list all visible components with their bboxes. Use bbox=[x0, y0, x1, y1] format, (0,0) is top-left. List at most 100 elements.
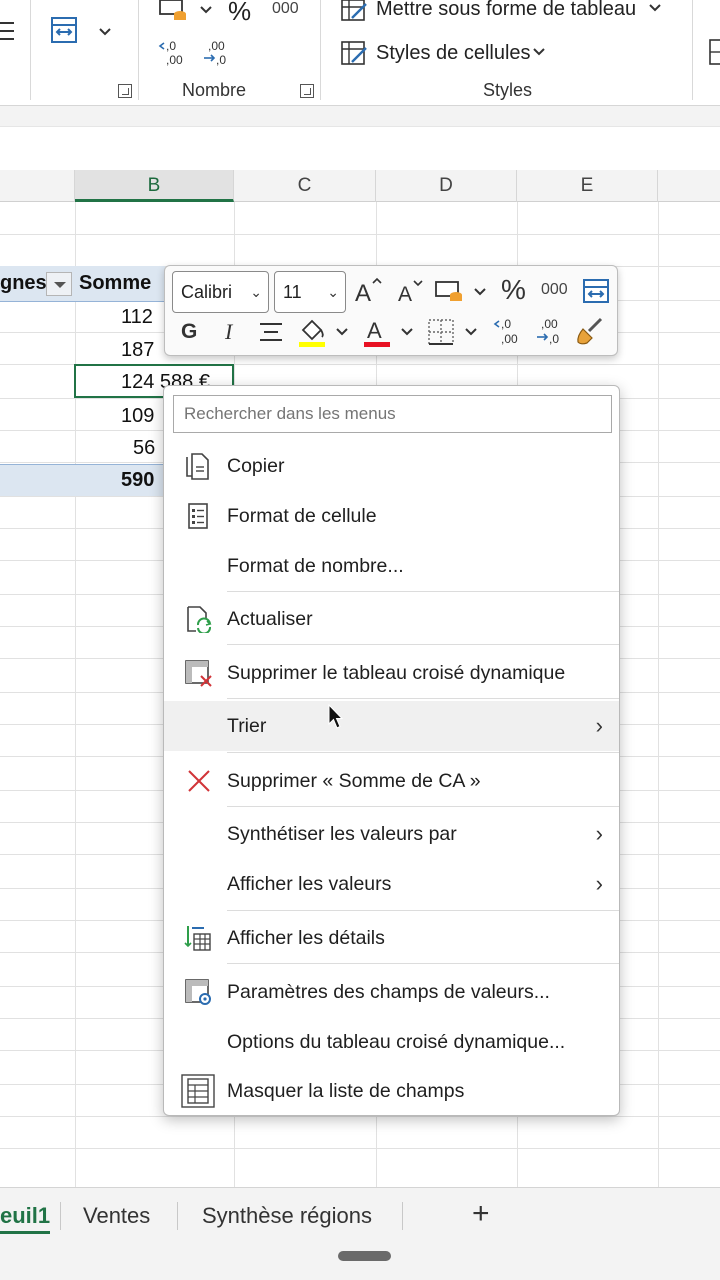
column-header-f[interactable] bbox=[658, 170, 720, 202]
format-painter-icon[interactable] bbox=[575, 316, 605, 346]
column-header-e[interactable]: E bbox=[517, 170, 658, 202]
menu-item-label: Copier bbox=[227, 455, 285, 477]
accounting-format-icon[interactable] bbox=[435, 280, 465, 304]
field-list-icon bbox=[181, 1074, 215, 1108]
menu-item-label: Format de nombre... bbox=[227, 555, 404, 577]
ribbon-separator bbox=[692, 0, 693, 100]
font-size-combo[interactable]: 11 ⌄ bbox=[274, 271, 346, 313]
decrease-font-size-icon[interactable]: A bbox=[398, 278, 424, 304]
percent-style-button[interactable]: % bbox=[228, 0, 251, 27]
row-labels-filter-button[interactable] bbox=[46, 272, 72, 296]
align-lines-icon[interactable] bbox=[0, 20, 18, 42]
chevron-down-icon[interactable] bbox=[465, 328, 477, 336]
column-header-c[interactable]: C bbox=[234, 170, 376, 202]
pivot-value-cell[interactable]: 56 bbox=[133, 437, 155, 460]
menu-item-label: Paramètres des champs de valeurs... bbox=[227, 981, 550, 1003]
pivot-row-labels-header[interactable]: gnes bbox=[0, 272, 47, 295]
cell-styles-icon[interactable] bbox=[340, 40, 368, 66]
menu-search-input[interactable] bbox=[173, 395, 612, 433]
menu-item-refresh[interactable]: Actualiser bbox=[164, 594, 619, 644]
svg-text:,00: ,00 bbox=[541, 317, 558, 331]
chevron-down-icon[interactable] bbox=[401, 328, 413, 336]
format-as-table-button[interactable]: Mettre sous forme de tableau bbox=[376, 0, 636, 21]
menu-item-label: Afficher les détails bbox=[227, 927, 385, 949]
menu-item-show-values[interactable]: Afficher les valeurs › bbox=[164, 859, 619, 909]
center-align-icon[interactable] bbox=[259, 321, 283, 343]
font-name-combo[interactable]: Calibri ⌄ bbox=[172, 271, 269, 313]
show-details-icon bbox=[184, 926, 211, 951]
menu-item-label: Supprimer le tableau croisé dynamique bbox=[227, 662, 566, 684]
svg-text:,00: ,00 bbox=[166, 53, 183, 66]
menu-item-value-field-settings[interactable]: Paramètres des champs de valeurs... bbox=[164, 967, 619, 1017]
alignment-dialog-launcher[interactable] bbox=[118, 84, 132, 98]
italic-button[interactable]: I bbox=[225, 321, 232, 343]
font-color-icon[interactable]: A bbox=[363, 316, 391, 348]
borders-icon[interactable] bbox=[427, 318, 455, 346]
menu-item-format-cells[interactable]: Format de cellule bbox=[164, 491, 619, 541]
menu-item-summarize-by[interactable]: Synthétiser les valeurs par › bbox=[164, 809, 619, 859]
menu-item-copy[interactable]: Copier bbox=[164, 441, 619, 491]
menu-item-delete-pivot[interactable]: Supprimer le tableau croisé dynamique bbox=[164, 648, 619, 698]
chevron-down-icon: ⌄ bbox=[327, 284, 339, 300]
comma-style-button[interactable]: 000 bbox=[541, 282, 568, 298]
column-header-a[interactable] bbox=[0, 170, 75, 202]
svg-text:,00: ,00 bbox=[208, 39, 225, 53]
menu-item-number-format[interactable]: Format de nombre... bbox=[164, 541, 619, 591]
refresh-icon bbox=[187, 606, 212, 633]
home-indicator[interactable] bbox=[338, 1251, 391, 1261]
tab-separator bbox=[177, 1202, 178, 1230]
decrease-decimal-icon[interactable]: ,00 ,0 bbox=[535, 316, 565, 346]
field-settings-icon bbox=[185, 979, 211, 1005]
chevron-down-icon[interactable] bbox=[649, 4, 661, 12]
pivot-value-cell[interactable]: 112 bbox=[121, 306, 153, 329]
chevron-down-icon[interactable] bbox=[474, 288, 486, 296]
pivot-value-header[interactable]: Somme bbox=[79, 272, 151, 295]
menu-separator bbox=[227, 591, 619, 592]
decrease-decimal-icon[interactable]: ,00 ,0 bbox=[202, 38, 232, 66]
cell-styles-button[interactable]: Styles de cellules bbox=[376, 42, 531, 65]
column-headers: B C D E bbox=[0, 170, 720, 202]
merge-cells-icon[interactable] bbox=[50, 16, 78, 44]
insert-cells-icon[interactable] bbox=[708, 38, 720, 66]
format-as-table-icon[interactable] bbox=[340, 0, 368, 22]
fill-color-icon[interactable] bbox=[297, 316, 327, 348]
ribbon: % 000 ,0 ,00 ,00 ,0 Nombre Mettre sous f… bbox=[0, 0, 720, 106]
menu-item-pivot-options[interactable]: Options du tableau croisé dynamique... bbox=[164, 1017, 619, 1067]
sheet-tab-synthese-regions[interactable]: Synthèse régions bbox=[202, 1188, 372, 1244]
column-header-d[interactable]: D bbox=[376, 170, 517, 202]
add-sheet-button[interactable]: + bbox=[472, 1188, 490, 1244]
wrap-text-icon[interactable] bbox=[582, 278, 610, 304]
remove-x-icon bbox=[188, 770, 210, 792]
increase-decimal-icon[interactable]: ,0 ,00 bbox=[493, 316, 523, 346]
svg-text:A: A bbox=[355, 280, 371, 304]
bold-button[interactable]: G bbox=[181, 321, 197, 342]
menu-item-remove-sum[interactable]: Supprimer « Somme de CA » bbox=[164, 756, 619, 806]
chevron-down-icon[interactable] bbox=[99, 28, 111, 36]
copy-icon bbox=[186, 453, 209, 480]
increase-decimal-icon[interactable]: ,0 ,00 bbox=[158, 38, 188, 66]
svg-text:,0: ,0 bbox=[501, 317, 511, 331]
number-dialog-launcher[interactable] bbox=[300, 84, 314, 98]
ribbon-separator bbox=[30, 0, 31, 100]
sheet-tab-feuil1[interactable]: euil1 bbox=[0, 1188, 51, 1244]
sheet-tab-ventes[interactable]: Ventes bbox=[83, 1188, 150, 1244]
chevron-down-icon[interactable] bbox=[533, 48, 545, 56]
menu-separator bbox=[227, 806, 619, 807]
accounting-format-icon[interactable] bbox=[158, 0, 188, 22]
format-cells-icon bbox=[188, 503, 208, 529]
pivot-grand-total[interactable]: 590 bbox=[121, 469, 154, 492]
pivot-value-cell[interactable]: 109 bbox=[121, 405, 154, 428]
column-header-b[interactable]: B bbox=[75, 170, 234, 202]
menu-item-label: Actualiser bbox=[227, 608, 313, 630]
percent-style-button[interactable]: % bbox=[501, 276, 526, 304]
chevron-down-icon[interactable] bbox=[336, 328, 348, 336]
chevron-down-icon: ⌄ bbox=[250, 284, 262, 300]
menu-separator bbox=[227, 963, 619, 964]
chevron-down-icon[interactable] bbox=[200, 6, 212, 14]
menu-item-sort[interactable]: Trier › bbox=[164, 701, 619, 751]
pivot-value-cell[interactable]: 187 bbox=[121, 339, 154, 362]
comma-style-button[interactable]: 000 bbox=[272, 0, 299, 18]
increase-font-size-icon[interactable]: A bbox=[355, 276, 383, 304]
menu-item-hide-field-list[interactable]: Masquer la liste de champs bbox=[164, 1066, 619, 1116]
menu-item-show-details[interactable]: Afficher les détails bbox=[164, 913, 619, 963]
